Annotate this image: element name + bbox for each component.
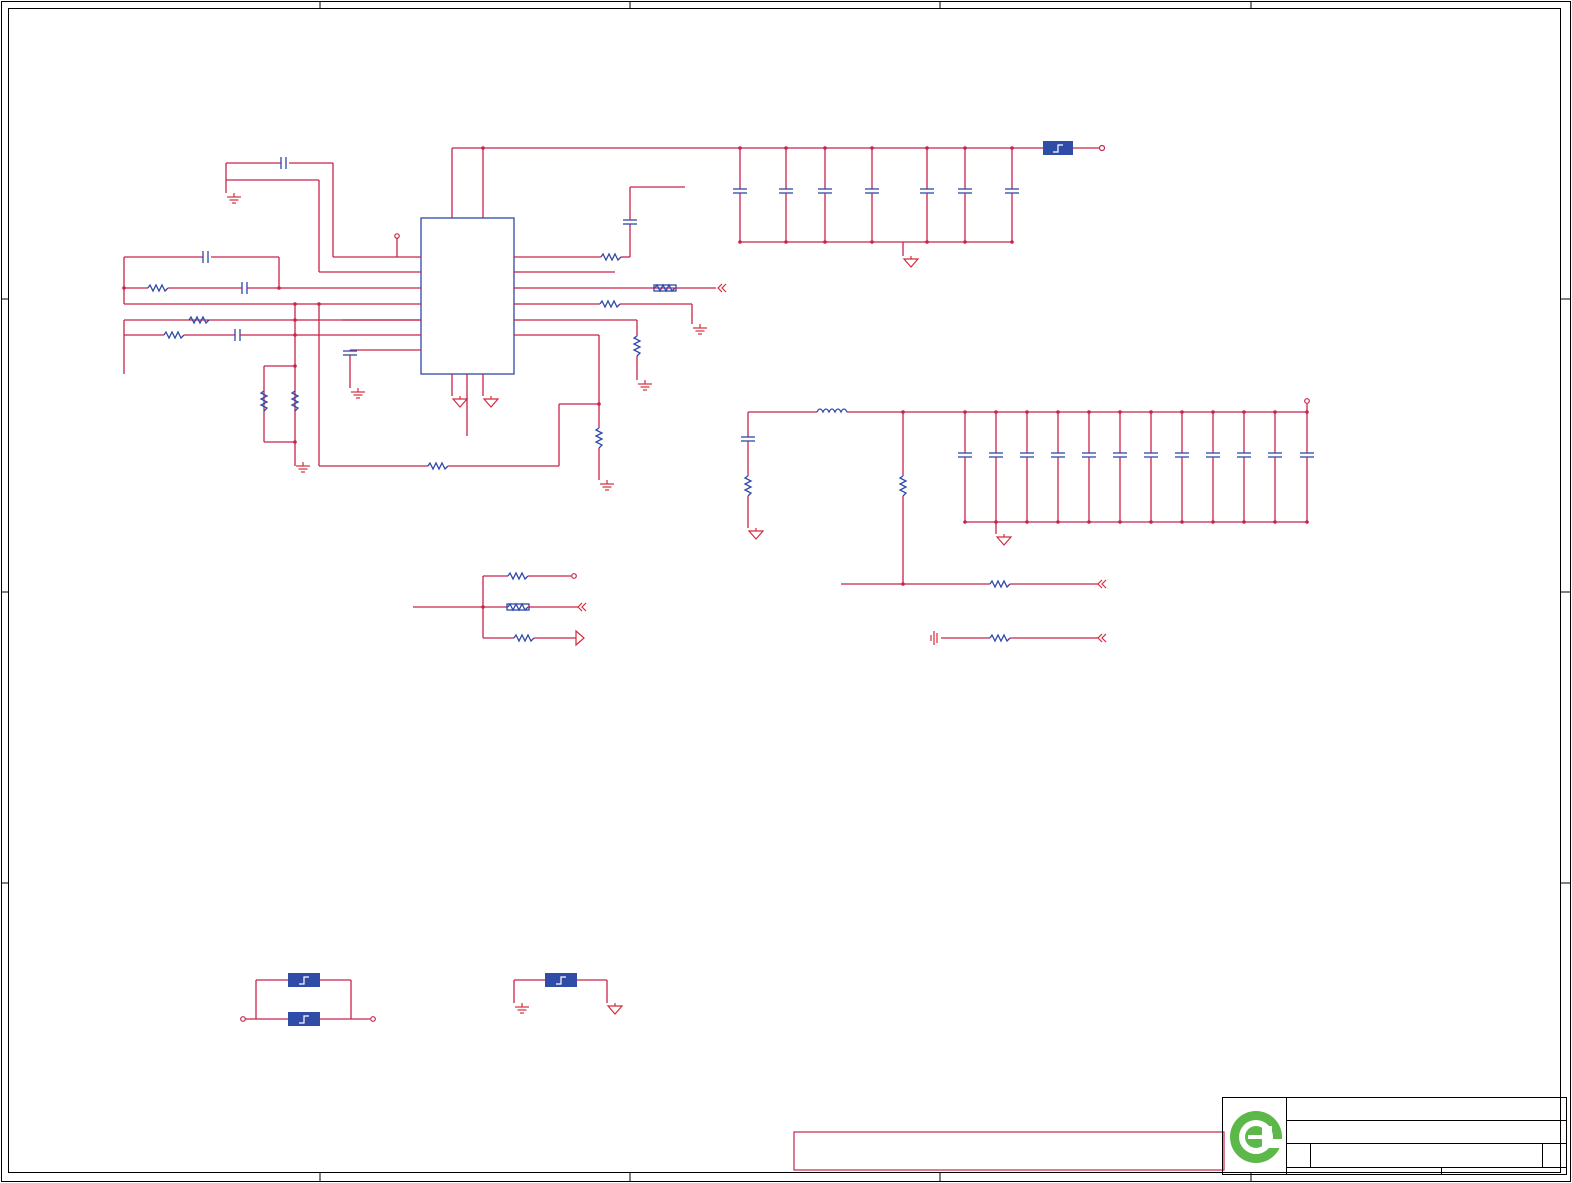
main-fuse [1043, 141, 1073, 155]
schematic-sheet [1, 1, 1571, 1182]
capacitor [1113, 410, 1127, 524]
output-cap-bank-bottom [958, 410, 1314, 546]
capacitor [1144, 410, 1158, 524]
ic-bottom-pins [451, 374, 499, 436]
jumper-resistor-group [413, 571, 587, 647]
capacitor [1082, 410, 1096, 524]
capacitor [818, 146, 832, 244]
capacitor [1175, 410, 1189, 524]
notice-box [793, 1131, 1225, 1171]
capacitor [1268, 410, 1282, 524]
lc-filter [741, 398, 1310, 584]
capacitor [958, 146, 972, 244]
capacitor [989, 410, 1003, 524]
power-pin-icon [1098, 144, 1106, 152]
feedback-path [317, 302, 615, 491]
ic-right-pins [514, 256, 655, 336]
left-lower-network [123, 302, 311, 473]
signal-ground-icon [996, 533, 1012, 546]
left-rc-network [122, 251, 281, 304]
ground-icon [226, 192, 242, 204]
signal-ground-icon [452, 395, 468, 408]
capacitor [1005, 146, 1019, 244]
capacitor [1237, 410, 1251, 524]
ground-bridge-fuse [513, 973, 623, 1015]
sense-lines [841, 579, 1107, 645]
logo-icon [1230, 1111, 1282, 1163]
capacitor [779, 146, 793, 244]
soft-start-cap [343, 350, 366, 399]
capacitor [865, 146, 879, 244]
capacitor [1051, 410, 1065, 524]
chassis-ground-icon [930, 631, 938, 645]
output-cap-bank-top [733, 146, 1019, 268]
capacitor [920, 146, 934, 244]
title-block [1222, 1097, 1567, 1175]
parallel-fuses [240, 973, 376, 1026]
input-cap-network [225, 157, 334, 272]
capacitor [733, 146, 747, 244]
supply-rail [451, 144, 1106, 218]
capacitor [958, 410, 972, 524]
signal-ground-icon [903, 255, 919, 268]
capacitor [1020, 410, 1034, 524]
ic-body [420, 217, 515, 375]
capacitor [1300, 410, 1314, 524]
capacitor [1206, 410, 1220, 524]
